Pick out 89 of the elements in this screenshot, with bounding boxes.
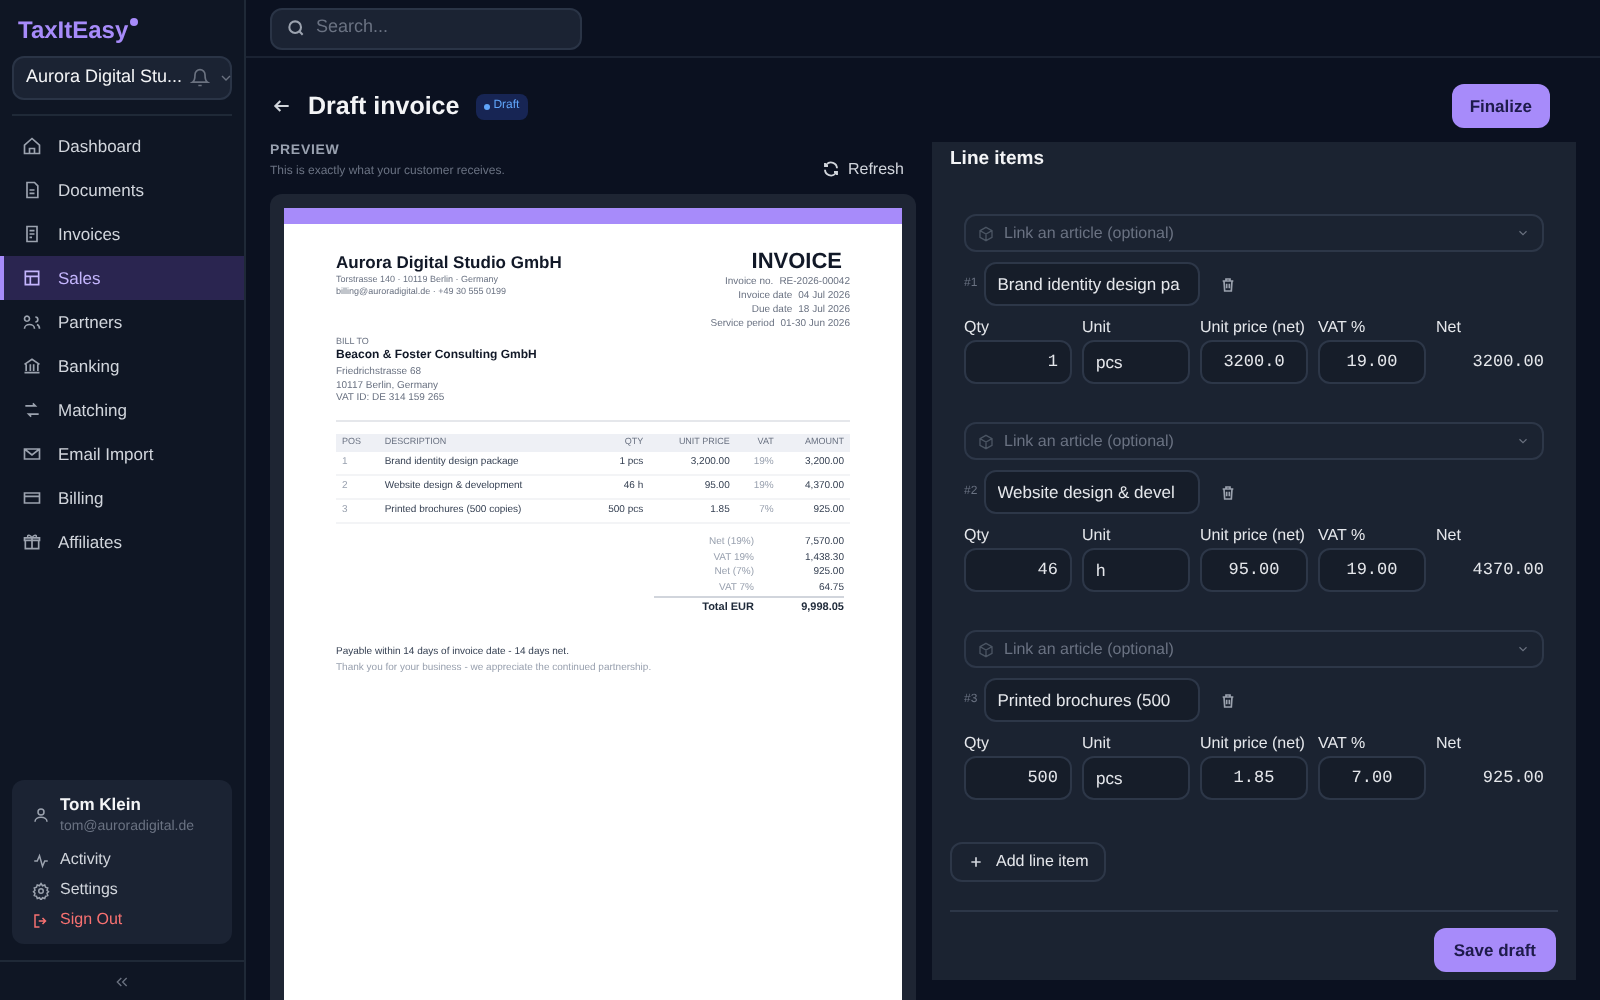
search-input: Search...: [316, 14, 556, 42]
field-label: Net: [1436, 524, 1463, 549]
field-label: Net: [1436, 732, 1463, 757]
nav-item[interactable]: Documents: [0, 168, 244, 212]
chevron-down-icon: [1516, 642, 1530, 657]
unit-price-field[interactable]: 1.85: [1200, 756, 1308, 801]
net-amount: 4370.00: [1470, 557, 1544, 584]
search-icon: [286, 18, 306, 38]
gear-icon: [32, 881, 50, 899]
seller-name: Aurora Digital Studio GmbH: [336, 249, 562, 275]
field-label: Unit: [1082, 316, 1113, 341]
description-field[interactable]: Printed brochures (500: [983, 678, 1200, 723]
table-icon: [22, 268, 42, 288]
user-name: Tom Klein: [60, 791, 143, 817]
field-label: Qty: [964, 732, 991, 757]
qty-field[interactable]: 1: [964, 340, 1072, 385]
nav-item[interactable]: Banking: [0, 344, 244, 388]
sign-out-icon: [32, 911, 50, 929]
card-icon: [22, 488, 42, 508]
trash-icon[interactable]: [1219, 691, 1236, 710]
back-arrow-icon[interactable]: [272, 96, 292, 116]
field-label: Qty: [964, 524, 991, 549]
cube-icon: [978, 433, 994, 450]
people-icon: [22, 312, 42, 332]
search-field[interactable]: Search...: [270, 7, 582, 49]
net-amount: 925.00: [1480, 765, 1544, 792]
field-label: Unit price (net): [1200, 316, 1307, 341]
chevron-down-icon: [1516, 226, 1530, 241]
field-label: Unit: [1082, 524, 1113, 549]
add-line-item-button[interactable]: Add line item: [950, 842, 1107, 883]
menu-item[interactable]: Activity: [32, 848, 212, 872]
nav-item[interactable]: Matching: [0, 388, 244, 432]
description-field[interactable]: Website design & devel: [983, 470, 1200, 515]
nav-item[interactable]: Sales: [0, 256, 244, 300]
unit-field[interactable]: pcs: [1082, 340, 1190, 385]
field-label: Unit price (net): [1200, 732, 1307, 757]
unit-field[interactable]: h: [1082, 548, 1190, 593]
app-logo: TaxItEasy: [18, 14, 129, 48]
nav-item[interactable]: Invoices: [0, 212, 244, 256]
refresh-icon: [821, 160, 840, 178]
pulse-icon: [32, 851, 50, 869]
plus-icon: [968, 854, 984, 871]
cube-icon: [978, 641, 994, 658]
mail-icon: [22, 444, 42, 464]
refresh-button[interactable]: Refresh: [821, 157, 904, 181]
document-icon: [22, 180, 42, 200]
save-draft-button[interactable]: Save draft: [1433, 928, 1556, 973]
nav-item[interactable]: Email Import: [0, 432, 244, 476]
qty-field[interactable]: 46: [964, 548, 1072, 593]
vat-field[interactable]: 19.00: [1318, 340, 1426, 385]
field-label: Unit: [1082, 732, 1113, 757]
field-label: VAT %: [1318, 732, 1368, 757]
trash-icon[interactable]: [1219, 275, 1236, 294]
menu-item[interactable]: Sign Out: [32, 908, 212, 932]
user-icon: [32, 805, 50, 824]
field-label: VAT %: [1318, 316, 1368, 341]
unit-price-field[interactable]: 3200.0: [1200, 340, 1308, 385]
house-icon: [22, 136, 42, 156]
chevron-down-icon: [1516, 434, 1530, 449]
nav-item[interactable]: Affiliates: [0, 520, 244, 564]
nav-item[interactable]: Partners: [0, 300, 244, 344]
vat-field[interactable]: 19.00: [1318, 548, 1426, 593]
field-label: VAT %: [1318, 524, 1368, 549]
field-label: Net: [1436, 316, 1463, 341]
field-label: Unit price (net): [1200, 524, 1307, 549]
field-label: Qty: [964, 316, 991, 341]
bell-icon: [190, 68, 211, 88]
section-title: Line items: [950, 146, 1046, 174]
net-amount: 3200.00: [1470, 349, 1544, 376]
chevron-down-icon: [218, 70, 235, 86]
cube-icon: [978, 225, 994, 242]
gift-icon: [22, 532, 42, 552]
page-title: Draft invoice: [308, 89, 460, 124]
menu-item[interactable]: Settings: [32, 878, 212, 902]
qty-field[interactable]: 500: [964, 756, 1072, 801]
invoice-icon: [22, 224, 42, 244]
nav-item[interactable]: Billing: [0, 476, 244, 520]
trash-icon[interactable]: [1219, 483, 1236, 502]
collapse-icon[interactable]: [114, 973, 130, 989]
nav-item[interactable]: Dashboard: [0, 124, 244, 168]
invoice-title: INVOICE: [751, 249, 842, 275]
description-field[interactable]: Brand identity design pa: [983, 262, 1200, 307]
bank-icon: [22, 356, 42, 376]
vat-field[interactable]: 7.00: [1318, 756, 1426, 801]
unit-field[interactable]: pcs: [1082, 756, 1190, 801]
finalize-button[interactable]: Finalize: [1451, 84, 1550, 128]
unit-price-field[interactable]: 95.00: [1200, 548, 1308, 593]
arrows-icon: [22, 400, 42, 420]
organization-switcher[interactable]: Aurora Digital Stu...: [12, 56, 232, 100]
